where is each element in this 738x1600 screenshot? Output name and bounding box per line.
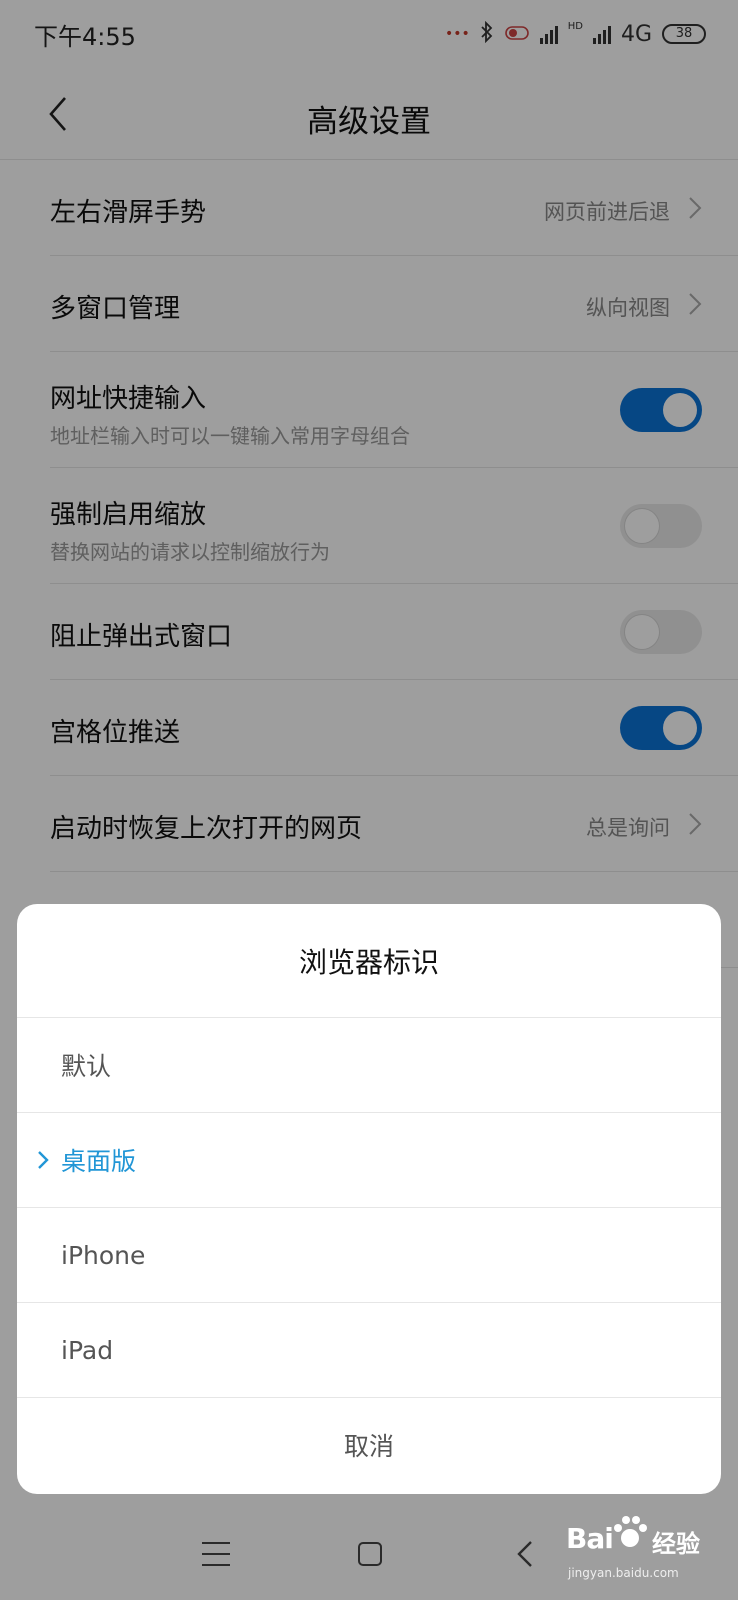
watermark-url: jingyan.baidu.com — [568, 1566, 679, 1580]
option-label: iPad — [61, 1335, 114, 1365]
browser-ua-dialog: 浏览器标识 默认 桌面版 iPhone iPad 取消 — [17, 904, 721, 1494]
option-ipad[interactable]: iPad — [17, 1303, 721, 1398]
watermark-jingyan-text: 经验 — [652, 1530, 700, 1558]
cancel-button[interactable]: 取消 — [17, 1398, 721, 1492]
option-default[interactable]: 默认 — [17, 1018, 721, 1113]
watermark-logo-text: Bai — [566, 1522, 614, 1555]
option-label: iPhone — [61, 1240, 146, 1270]
option-desktop[interactable]: 桌面版 — [17, 1113, 721, 1208]
option-iphone[interactable]: iPhone — [17, 1208, 721, 1303]
paw-logo-icon — [614, 1516, 647, 1547]
baidu-jingyan-watermark: Bai 经验 jingyan.baidu.com — [566, 1512, 716, 1592]
selected-chevron-icon — [38, 1151, 49, 1169]
option-label: 桌面版 — [61, 1147, 137, 1176]
option-label: 默认 — [61, 1052, 112, 1081]
dialog-title: 浏览器标识 — [17, 904, 721, 1018]
